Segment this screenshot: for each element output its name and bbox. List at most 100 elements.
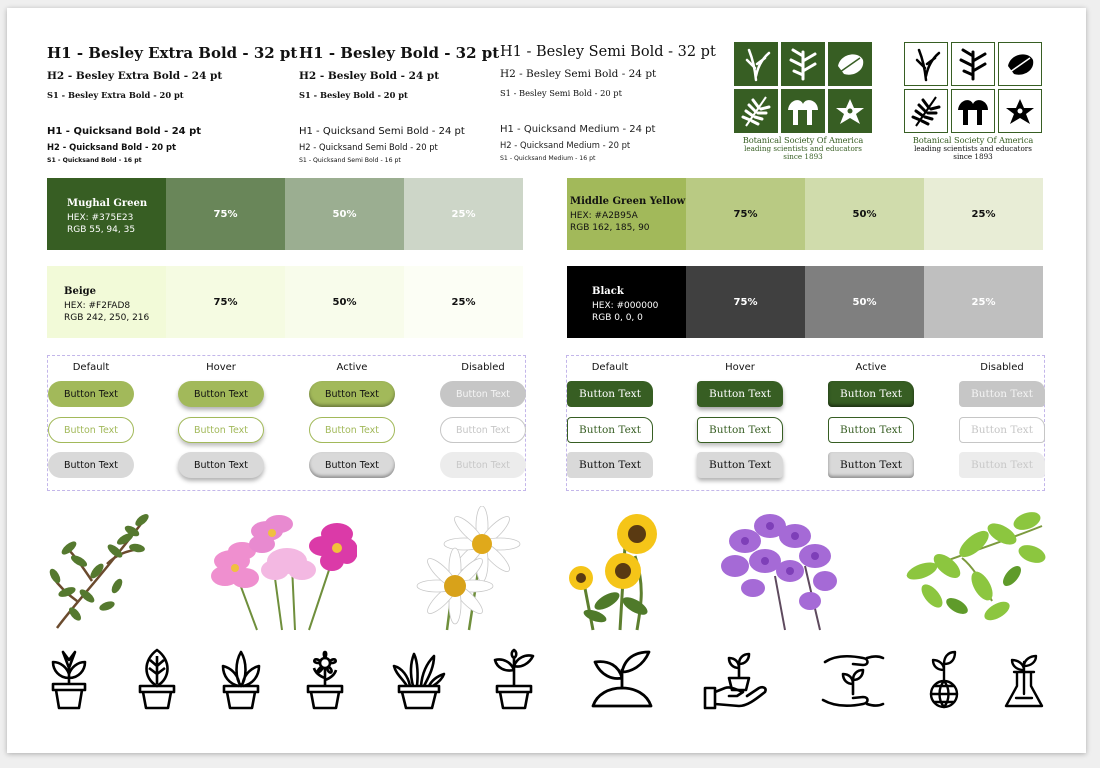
button-primary-active[interactable]: Button Text <box>309 381 395 407</box>
heading-h1-sample: H1 - Besley Bold - 32 pt <box>299 44 500 62</box>
photo-purple-orchid <box>721 514 837 631</box>
logo-tile <box>734 42 778 86</box>
heading-h2-sample: H2 - Besley Extra Bold - 24 pt <box>47 70 223 82</box>
quicksand-h2-sample: H2 - Quicksand Semi Bold - 20 pt <box>299 142 438 152</box>
logo-tile <box>828 89 872 133</box>
typography-extra-bold: H1 - Besley Extra Bold - 32 pt H2 - Besl… <box>47 44 298 164</box>
button-primary-default[interactable]: Button Text <box>567 381 653 407</box>
style-guide-sheet: H1 - Besley Extra Bold - 32 pt H2 - Besl… <box>7 8 1086 753</box>
potted-plant-icon <box>51 650 87 710</box>
logo-tile <box>951 89 995 133</box>
button-outline-active[interactable]: Button Text <box>309 417 395 443</box>
heading-h1-sample: H1 - Besley Extra Bold - 32 pt <box>47 44 298 62</box>
button-secondary-hover[interactable]: Button Text <box>697 452 783 478</box>
heading-h2-sample: H2 - Besley Bold - 24 pt <box>299 70 440 82</box>
swatch-hex: HEX: #F2FAD8 <box>64 301 131 311</box>
swatch-main: Beige HEX: #F2FAD8 RGB 242, 250, 216 <box>47 266 166 338</box>
swatch-tint-75: 75% <box>166 266 285 338</box>
button-outline-active[interactable]: Button Text <box>828 417 914 443</box>
swatch-name: Mughal Green <box>67 198 148 209</box>
quicksand-h2-sample: H2 - Quicksand Medium - 20 pt <box>500 140 631 150</box>
swatch-tint-25: 25% <box>924 178 1043 250</box>
state-header-disabled: Disabled <box>980 362 1024 373</box>
logo-tile <box>781 89 825 133</box>
quicksand-s1-sample: S1 - Quicksand Medium - 16 pt <box>500 155 596 162</box>
photo-daisies <box>416 506 521 631</box>
logo-tile <box>734 89 778 133</box>
button-secondary-active[interactable]: Button Text <box>828 452 914 478</box>
logo-tile <box>951 42 995 86</box>
logo-since: since 1893 <box>783 152 823 161</box>
swatch-hex: HEX: #375E23 <box>67 213 134 223</box>
heading-s1-sample: S1 - Besley Extra Bold - 20 pt <box>47 90 184 100</box>
button-primary-hover[interactable]: Button Text <box>697 381 783 407</box>
quicksand-h1-sample: H1 - Quicksand Semi Bold - 24 pt <box>299 126 465 137</box>
heading-s1-sample: S1 - Besley Semi Bold - 20 pt <box>500 88 622 98</box>
button-outline-default[interactable]: Button Text <box>48 417 134 443</box>
swatch-tint-50: 50% <box>285 178 404 250</box>
potted-leaf-icon <box>138 648 176 710</box>
swatch-tint-50: 50% <box>805 178 924 250</box>
quicksand-h1-sample: H1 - Quicksand Bold - 24 pt <box>47 126 202 137</box>
swatch-rgb: RGB 0, 0, 0 <box>592 313 643 323</box>
button-states-square: Default Hover Active Disabled Button Tex… <box>566 355 1045 491</box>
heading-h1-sample: H1 - Besley Semi Bold - 32 pt <box>500 44 716 60</box>
button-outline-hover[interactable]: Button Text <box>697 417 783 443</box>
state-header-active: Active <box>336 362 368 373</box>
quicksand-s1-sample: S1 - Quicksand Bold - 16 pt <box>47 157 142 164</box>
button-outline-default[interactable]: Button Text <box>567 417 653 443</box>
swatch-name: Black <box>592 286 624 297</box>
button-secondary-hover[interactable]: Button Text <box>178 452 264 478</box>
swatch-tint-25: 25% <box>404 266 523 338</box>
swatch-tint-50: 50% <box>805 266 924 338</box>
swatch-hex: HEX: #A2B95A <box>570 211 638 221</box>
quicksand-h2-sample: H2 - Quicksand Bold - 20 pt <box>47 142 177 152</box>
globe-sprout-icon <box>929 650 959 709</box>
logo-since: since 1893 <box>953 152 993 161</box>
logo-tile-grid <box>902 42 1044 133</box>
potted-grass-icon <box>392 652 446 710</box>
logo-tile <box>998 89 1042 133</box>
swatch-tint-75: 75% <box>686 178 805 250</box>
quicksand-h1-sample: H1 - Quicksand Medium - 24 pt <box>500 124 656 135</box>
button-secondary-default[interactable]: Button Text <box>567 452 653 478</box>
bsa-logo-black: Botanical Society Of America leading sci… <box>902 42 1044 161</box>
button-secondary-disabled: Button Text <box>959 452 1045 478</box>
potted-flower-icon <box>306 650 344 710</box>
typography-semi-bold: H1 - Besley Semi Bold - 32 pt H2 - Besle… <box>500 44 735 162</box>
state-header-disabled: Disabled <box>461 362 505 373</box>
button-secondary-disabled: Button Text <box>440 452 526 478</box>
button-secondary-default[interactable]: Button Text <box>48 452 134 478</box>
swatch-rgb: RGB 242, 250, 216 <box>64 313 150 323</box>
swatch-name: Middle Green Yellow <box>570 196 686 207</box>
photo-green-leaves <box>906 512 1046 621</box>
heading-h2-sample: H2 - Besley Semi Bold - 24 pt <box>500 68 657 80</box>
palette-middle-green-yellow: Middle Green Yellow HEX: #A2B95A RGB 162… <box>567 178 1043 250</box>
state-header-hover: Hover <box>206 362 236 373</box>
state-header-hover: Hover <box>725 362 755 373</box>
swatch-rgb: RGB 55, 94, 35 <box>67 225 136 235</box>
button-outline-disabled: Button Text <box>440 417 526 443</box>
swatch-name: Beige <box>64 286 96 297</box>
quicksand-s1-sample: S1 - Quicksand Semi Bold - 16 pt <box>299 157 401 164</box>
palette-black: Black HEX: #000000 RGB 0, 0, 0 75% 50% 2… <box>567 266 1043 338</box>
swatch-tint-25: 25% <box>404 178 523 250</box>
button-primary-disabled: Button Text <box>959 381 1045 407</box>
state-header-default: Default <box>591 362 629 373</box>
button-primary-active[interactable]: Button Text <box>828 381 914 407</box>
logo-tile <box>998 42 1042 86</box>
heading-s1-sample: S1 - Besley Bold - 20 pt <box>299 90 408 100</box>
logo-tile <box>781 42 825 86</box>
button-outline-hover[interactable]: Button Text <box>178 417 264 443</box>
button-primary-default[interactable]: Button Text <box>48 381 134 407</box>
logo-tile <box>904 42 948 86</box>
button-secondary-active[interactable]: Button Text <box>309 452 395 478</box>
photo-sunflowers <box>569 514 657 631</box>
swatch-tint-75: 75% <box>686 266 805 338</box>
potted-seedling-icon <box>493 648 535 710</box>
state-header-default: Default <box>72 362 110 373</box>
logo-tile <box>904 89 948 133</box>
button-primary-hover[interactable]: Button Text <box>178 381 264 407</box>
swatch-rgb: RGB 162, 185, 90 <box>570 223 650 233</box>
photo-branch <box>49 514 149 629</box>
